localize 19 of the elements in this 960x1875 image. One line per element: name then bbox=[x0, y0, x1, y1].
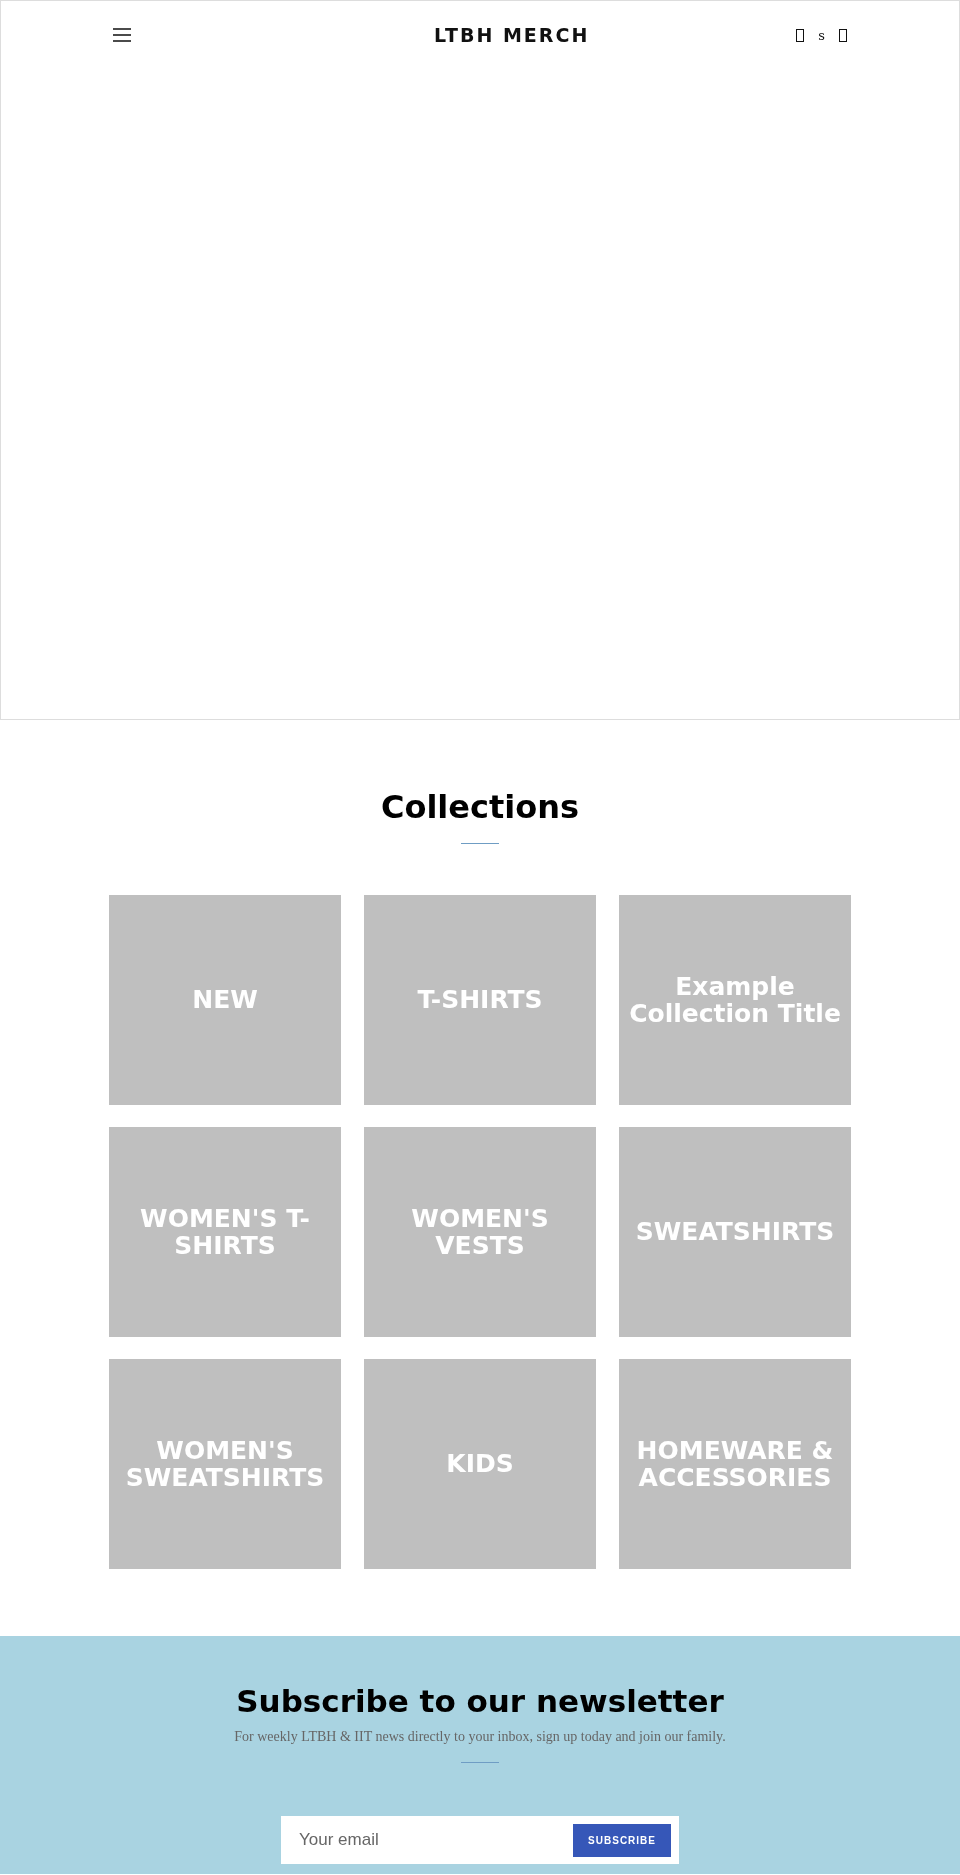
collection-tile[interactable]: WOMEN'S VESTS bbox=[364, 1127, 596, 1337]
collection-tile[interactable]: HOMEWARE & ACCESSORIES bbox=[619, 1359, 851, 1569]
collection-tile[interactable]: SWEATSHIRTS bbox=[619, 1127, 851, 1337]
collection-tile[interactable]: WOMEN'S T-SHIRTS bbox=[109, 1127, 341, 1337]
store-logo[interactable]: LTBH MERCH bbox=[434, 24, 590, 46]
collection-tile[interactable]: Example Collection Title bbox=[619, 895, 851, 1105]
missing-glyph-icon[interactable] bbox=[839, 28, 847, 42]
collection-tile[interactable]: KIDS bbox=[364, 1359, 596, 1569]
subscribe-button[interactable]: SUBSCRIBE bbox=[573, 1823, 671, 1857]
newsletter-title: Subscribe to our newsletter bbox=[236, 1683, 724, 1719]
email-field[interactable]: Your email SUBSCRIBE bbox=[281, 1816, 679, 1864]
missing-glyph-icon[interactable] bbox=[796, 28, 805, 42]
menu-icon[interactable] bbox=[113, 28, 131, 42]
collection-tile[interactable]: NEW bbox=[109, 895, 341, 1105]
section-title: Collections bbox=[380, 788, 580, 826]
collection-tile[interactable]: WOMEN'S SWEATSHIRTS bbox=[109, 1359, 341, 1569]
account-link[interactable]: s bbox=[818, 27, 825, 43]
newsletter-subtitle: For weekly LTBH & IIT news directly to your inbox, sign up today and join our family. bbox=[234, 1729, 726, 1745]
collection-tile[interactable]: T-SHIRTS bbox=[364, 895, 596, 1105]
